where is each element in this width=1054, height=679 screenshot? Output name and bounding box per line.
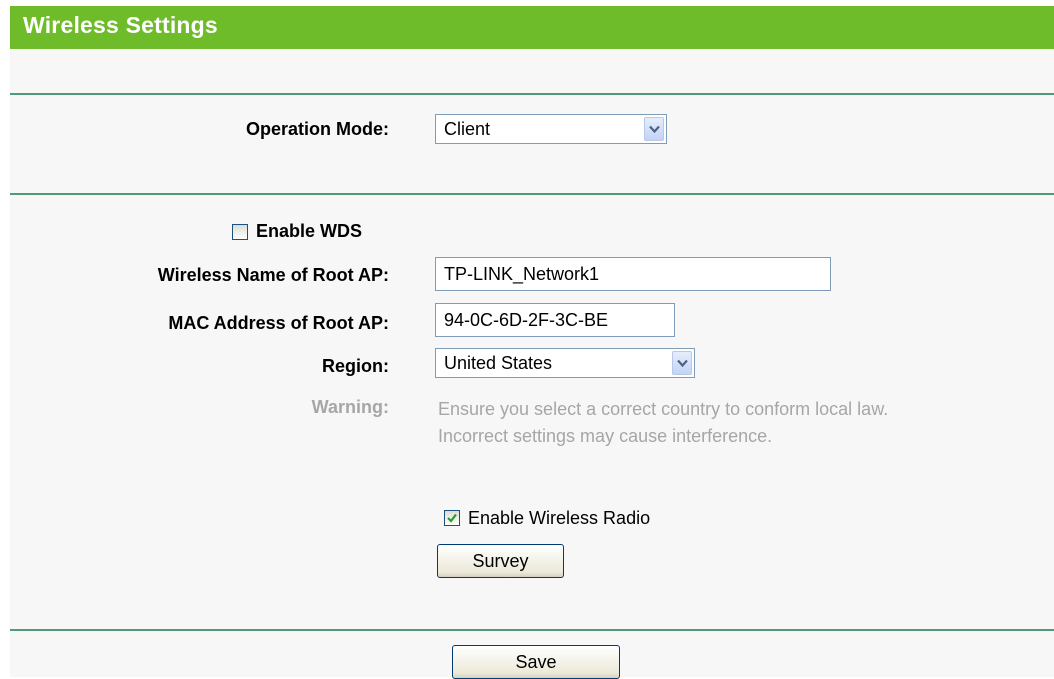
enable-wds-label: Enable WDS <box>256 221 363 241</box>
warning-message: Ensure you select a correct country to c… <box>438 396 888 450</box>
title-bar: Wireless Settings <box>10 6 1054 49</box>
root-ap-mac-input[interactable] <box>435 303 675 337</box>
warning-line: Ensure you select a correct country to c… <box>438 399 889 419</box>
section-divider <box>10 93 1054 95</box>
enable-wds-checkbox[interactable] <box>232 224 248 240</box>
root-ap-mac-label: MAC Address of Root AP: <box>168 313 389 333</box>
region-select[interactable]: United States <box>435 348 695 378</box>
operation-mode-select[interactable]: Client <box>435 114 667 144</box>
section-divider <box>10 629 1054 631</box>
checkmark-icon <box>447 513 457 523</box>
chevron-down-icon[interactable] <box>644 117 664 141</box>
save-button[interactable]: Save <box>452 645 620 679</box>
root-ap-name-label: Wireless Name of Root AP: <box>157 265 389 285</box>
page-title: Wireless Settings <box>23 12 218 38</box>
enable-radio-checkbox[interactable] <box>444 510 460 526</box>
region-label: Region: <box>322 356 389 376</box>
operation-mode-label: Operation Mode: <box>246 119 389 139</box>
warning-line: Incorrect settings may cause interferenc… <box>438 426 773 446</box>
section-divider <box>10 193 1054 195</box>
operation-mode-value: Client <box>444 119 491 139</box>
region-value: United States <box>444 353 553 373</box>
root-ap-name-input[interactable] <box>435 257 831 291</box>
chevron-down-icon[interactable] <box>672 351 692 375</box>
warning-label: Warning: <box>311 397 389 417</box>
enable-radio-label: Enable Wireless Radio <box>468 508 651 528</box>
survey-button[interactable]: Survey <box>437 544 564 578</box>
